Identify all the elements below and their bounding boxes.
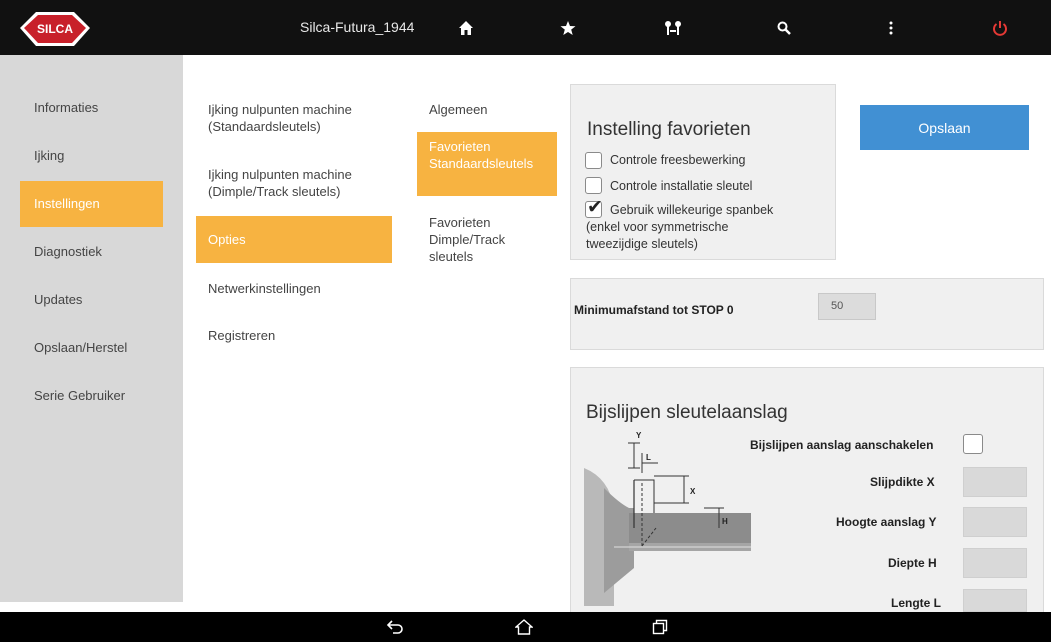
sidebar-item-updates[interactable]: Updates xyxy=(20,277,163,323)
sidebar-item-opslaan-herstel[interactable]: Opslaan/Herstel xyxy=(20,325,163,371)
svg-text:X: X xyxy=(690,487,696,496)
option-label: Controle installatie sleutel xyxy=(610,179,753,193)
svg-text:L: L xyxy=(646,453,651,462)
option-label: Controle freesbewerking xyxy=(610,153,746,167)
submenu-item-ijking-dimple[interactable]: Ijking nulpunten machine (Dimple/Track s… xyxy=(196,166,392,200)
submenu-item-registreren[interactable]: Registreren xyxy=(196,327,392,344)
sidebar-item-ijking[interactable]: Ijking xyxy=(20,133,163,179)
checkbox-willekeurige-spanbek[interactable]: ✔ xyxy=(585,197,603,218)
favorites-title: Instelling favorieten xyxy=(587,119,751,140)
grind-title: Bijslijpen sleutelaanslag xyxy=(586,402,788,423)
back-icon[interactable] xyxy=(375,612,415,642)
hoogte-y-input[interactable] xyxy=(963,507,1027,537)
grind-enable-checkbox[interactable] xyxy=(963,434,983,454)
sidebar-item-diagnostiek[interactable]: Diagnostiek xyxy=(20,229,163,275)
diepte-h-input[interactable] xyxy=(963,548,1027,578)
field-label-diepte-h: Diepte H xyxy=(888,556,937,570)
sidebar-item-serie-gebruiker[interactable]: Serie Gebruiker xyxy=(20,373,163,419)
star-icon[interactable] xyxy=(548,0,588,55)
option-label: Gebruik willekeurige spanbek xyxy=(610,203,774,217)
silca-logo: SILCA xyxy=(14,8,94,50)
option-label-line2: (enkel voor symmetrische xyxy=(586,220,729,234)
submenu-item-opties[interactable]: Opties xyxy=(196,216,392,263)
top-bar: SILCA Silca-Futura_1944 xyxy=(0,0,1051,55)
svg-text:H: H xyxy=(722,517,728,526)
menu-icon[interactable] xyxy=(871,0,911,55)
sidebar-item-informaties[interactable]: Informaties xyxy=(20,85,163,131)
grind-enable-label: Bijslijpen aanslag aanschakelen xyxy=(750,438,934,452)
recents-icon[interactable] xyxy=(640,612,680,642)
home-nav-icon[interactable] xyxy=(504,612,544,642)
checkbox-controle-freesbewerking[interactable] xyxy=(585,152,602,169)
field-label-slijpdikte-x: Slijpdikte X xyxy=(870,475,935,489)
lengte-l-input[interactable] xyxy=(963,589,1027,612)
tools-icon[interactable] xyxy=(653,0,693,55)
home-icon[interactable] xyxy=(446,0,486,55)
sidebar-item-instellingen[interactable]: Instellingen xyxy=(20,181,163,227)
android-nav-bar xyxy=(0,612,1051,642)
submenu-item-netwerkinstellingen[interactable]: Netwerkinstellingen xyxy=(196,280,392,297)
svg-text:SILCA: SILCA xyxy=(37,22,73,36)
check-icon: ✔ xyxy=(587,197,603,218)
subsubmenu-item-favorieten-dimple[interactable]: Favorieten Dimple/Track sleutels xyxy=(417,214,557,265)
checkbox-controle-installatie[interactable] xyxy=(585,177,602,194)
option-label-line3: tweezijdige sleutels) xyxy=(586,237,698,251)
submenu-item-ijking-standaard[interactable]: Ijking nulpunten machine (Standaardsleut… xyxy=(196,101,392,135)
power-icon[interactable] xyxy=(980,0,1020,55)
app-title: Silca-Futura_1944 xyxy=(300,19,415,35)
key-stop-diagram: Y L X H xyxy=(584,428,756,608)
search-icon[interactable] xyxy=(764,0,804,55)
field-label-lengte-l: Lengte L xyxy=(891,596,941,610)
subsubmenu-item-algemeen[interactable]: Algemeen xyxy=(417,101,557,118)
min-distance-label: Minimumafstand tot STOP 0 xyxy=(574,303,734,317)
save-button[interactable]: Opslaan xyxy=(860,105,1029,150)
svg-text:Y: Y xyxy=(636,431,642,440)
field-label-hoogte-y: Hoogte aanslag Y xyxy=(836,515,937,529)
min-distance-input[interactable]: 50 xyxy=(818,293,876,320)
subsubmenu-item-favorieten-standaard[interactable]: Favorieten Standaardsleutels xyxy=(417,132,557,196)
slijpdikte-x-input[interactable] xyxy=(963,467,1027,497)
